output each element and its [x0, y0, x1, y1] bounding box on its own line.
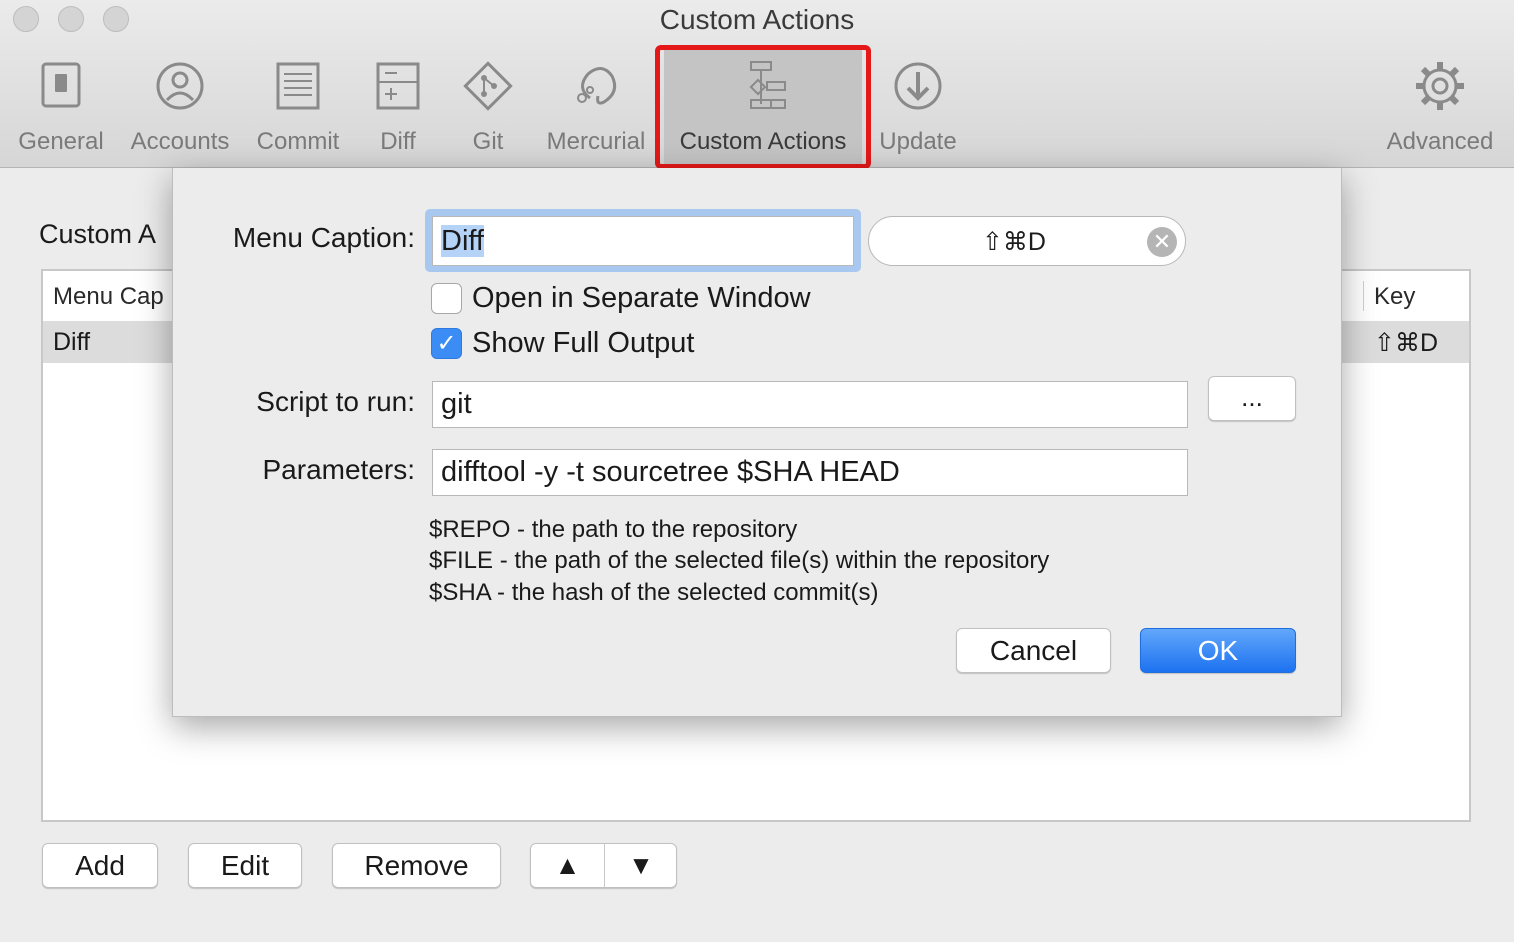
remove-button[interactable]: Remove [332, 843, 501, 888]
shortcut-value: ⇧⌘D [981, 228, 1046, 256]
toolbar-item-advanced[interactable]: Advanced [1380, 48, 1500, 166]
toolbar-item-accounts[interactable]: Accounts [122, 48, 238, 166]
menu-caption-value: Diff [441, 225, 484, 257]
help-text-repo: $REPO - the path to the repository [429, 516, 798, 543]
open-separate-window-label[interactable]: Open in Separate Window [472, 282, 811, 315]
script-to-run-label: Script to run: [256, 386, 415, 417]
shortcut-recorder[interactable]: ⇧⌘D ✕ [868, 216, 1186, 266]
toolbar-label-general: General [18, 128, 104, 155]
diff-icon [376, 62, 420, 110]
cancel-button[interactable]: Cancel [956, 628, 1111, 673]
toolbar-label-advanced: Advanced [1386, 128, 1494, 155]
browse-script-button[interactable]: ... [1208, 376, 1296, 421]
accounts-icon [156, 62, 204, 110]
commit-icon [276, 62, 320, 110]
column-header-key[interactable]: Key [1374, 271, 1415, 319]
toolbar-item-diff[interactable]: Diff [356, 48, 440, 166]
mercurial-icon [577, 67, 617, 105]
ok-button[interactable]: OK [1140, 628, 1296, 673]
clear-shortcut-icon[interactable]: ✕ [1147, 227, 1177, 257]
add-button[interactable]: Add [42, 843, 158, 888]
script-to-run-field[interactable]: git [432, 381, 1188, 428]
parameters-field[interactable]: difftool -y -t sourcetree $SHA HEAD [432, 449, 1188, 496]
highlight-annotation-box [655, 45, 871, 169]
toolbar-item-commit[interactable]: Commit [248, 48, 348, 166]
toolbar-label-diff: Diff [380, 128, 416, 155]
window-title: Custom Actions [659, 4, 855, 35]
show-full-output-label[interactable]: Show Full Output [472, 327, 694, 360]
edit-custom-action-sheet: Menu Caption: Diff ⇧⌘D ✕ Open in Separat… [172, 168, 1342, 717]
toolbar-label-mercurial: Mercurial [546, 128, 646, 155]
general-icon [41, 62, 81, 108]
column-separator [1363, 281, 1364, 311]
reorder-segmented-control: ▲ ▼ [530, 843, 677, 888]
help-text-file: $FILE - the path of the selected file(s)… [429, 547, 1050, 574]
menu-caption-label: Menu Caption: [232, 222, 415, 253]
move-up-button[interactable]: ▲ [531, 844, 604, 887]
row-caption: Diff [53, 328, 91, 356]
toolbar-label-commit: Commit [256, 128, 340, 155]
open-separate-window-checkbox[interactable] [431, 283, 462, 314]
update-icon [894, 62, 942, 110]
parameters-label: Parameters: [262, 454, 416, 485]
toolbar-label-accounts: Accounts [130, 128, 230, 155]
show-full-output-checkbox[interactable]: ✓ [431, 328, 462, 359]
toolbar-label-update: Update [879, 128, 957, 155]
menu-caption-field[interactable]: Diff [432, 216, 854, 266]
gear-icon [1416, 62, 1464, 110]
section-title: Custom A [39, 219, 157, 249]
git-icon [463, 61, 513, 111]
move-down-button[interactable]: ▼ [605, 844, 677, 887]
row-key: ⇧⌘D [1374, 329, 1439, 357]
help-text-sha: $SHA - the hash of the selected commit(s… [429, 579, 879, 606]
column-header-menu-caption[interactable]: Menu Cap [53, 271, 164, 319]
toolbar-item-update[interactable]: Update [872, 48, 964, 166]
toolbar-item-general[interactable]: General [8, 48, 114, 166]
title-bar: Custom Actions General Accounts Commit D… [0, 0, 1514, 169]
toolbar-item-git[interactable]: Git [448, 48, 528, 166]
toolbar-label-git: Git [472, 128, 504, 155]
toolbar-item-mercurial[interactable]: Mercurial [538, 48, 654, 166]
edit-button[interactable]: Edit [188, 843, 302, 888]
